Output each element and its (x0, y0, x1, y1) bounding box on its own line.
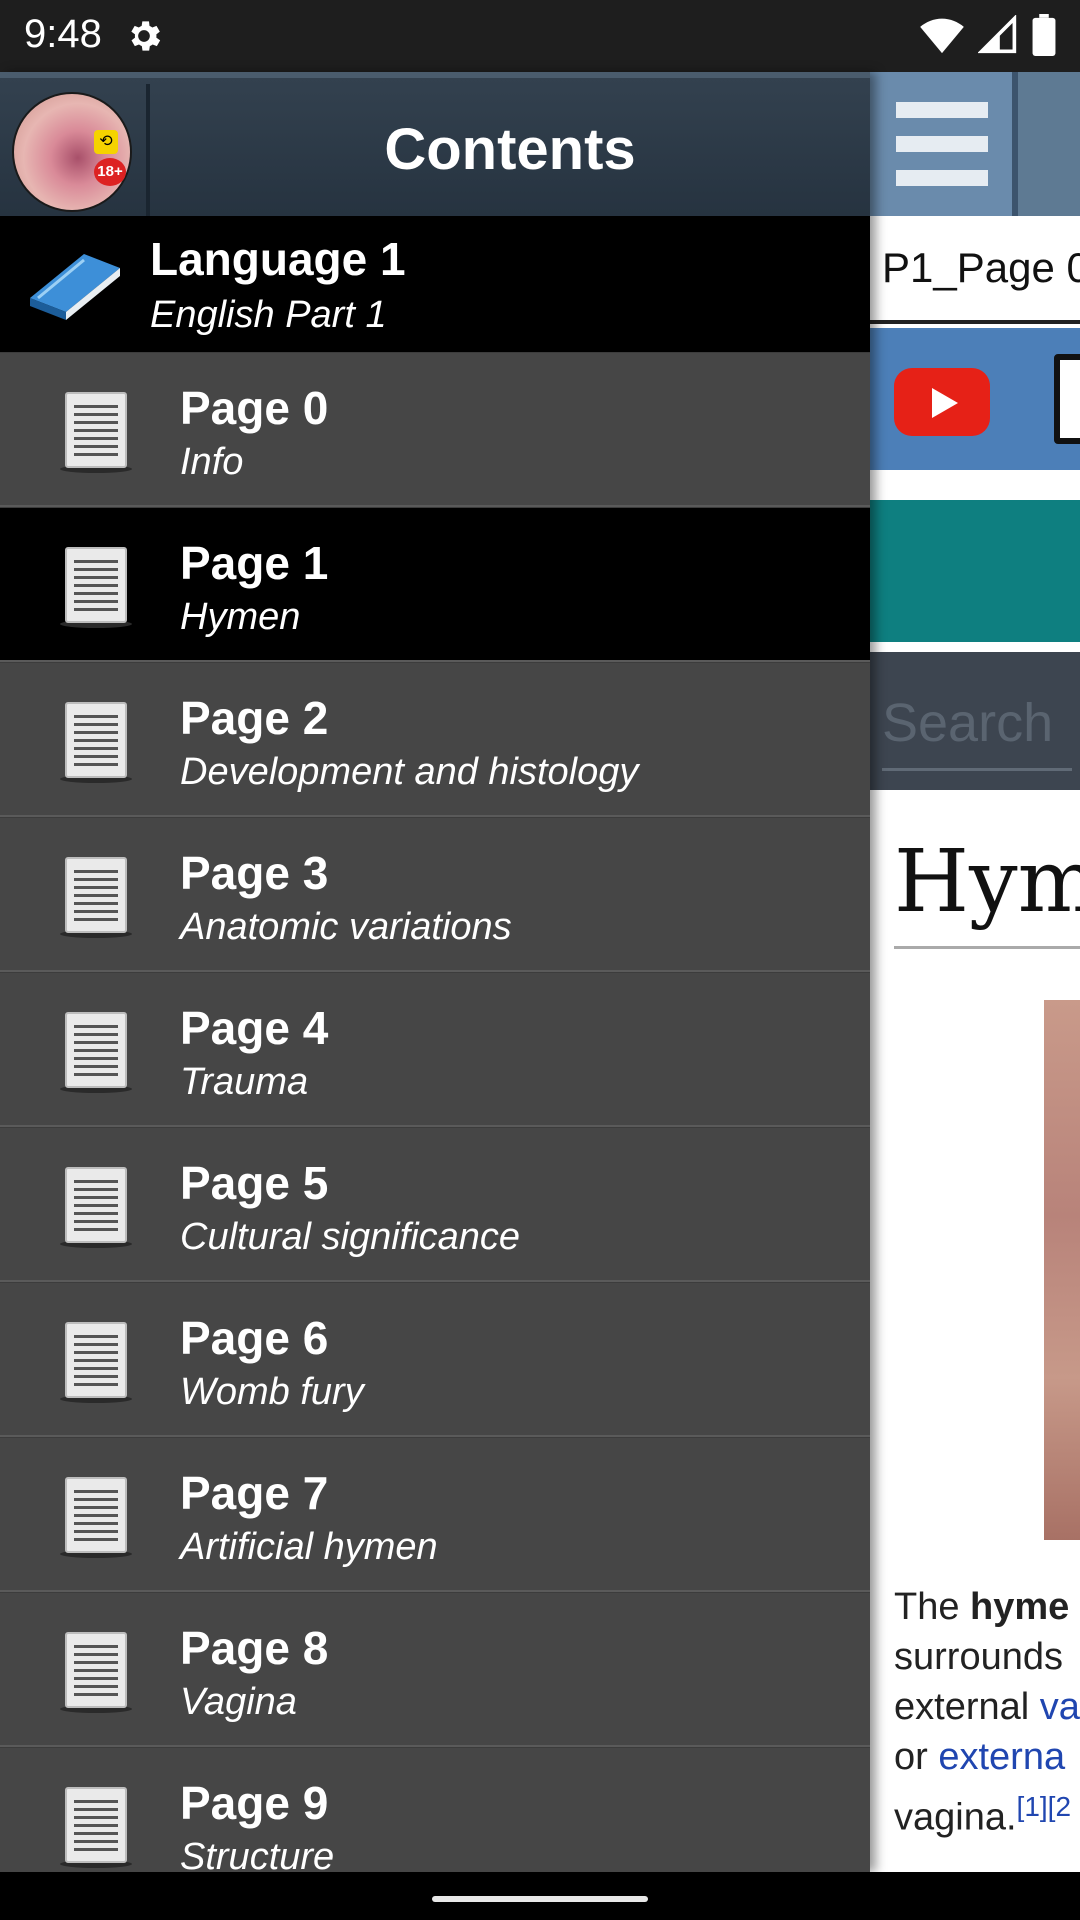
article-link[interactable]: externa (938, 1736, 1065, 1778)
drawer-item-subtitle: Hymen (180, 596, 301, 638)
language-subtitle: English Part 1 (150, 294, 387, 336)
heading-underline (894, 946, 1080, 949)
drawer-item-title: Page 8 (180, 1622, 329, 1674)
drawer-item-title: Page 1 (180, 537, 329, 589)
drawer-item-page-0[interactable]: Page 0 Info (0, 352, 870, 507)
background-page: P1_Page 0 Search Hym The hyme surrounds ex… (870, 72, 1080, 1872)
search-bar: Search (870, 652, 1080, 790)
drawer-item-page-6[interactable]: Page 6 Womb fury (0, 1282, 870, 1437)
drawer-item-subtitle: Structure (180, 1836, 335, 1872)
gear-icon (124, 16, 164, 61)
article-link[interactable]: va (1040, 1686, 1080, 1728)
drawer-item-page-1[interactable]: Page 1 Hymen (0, 507, 870, 662)
article-text-line: surrounds (894, 1632, 1080, 1682)
document-icon (56, 1474, 136, 1560)
article-text-line: or externa (894, 1732, 1080, 1782)
article-link[interactable]: [1][2 (1017, 1791, 1071, 1822)
age-18-badge-icon: 18+ (94, 158, 126, 186)
document-icon (56, 1784, 136, 1870)
drawer-item-title: Page 4 (180, 1002, 329, 1054)
article-text-span: external (894, 1686, 1040, 1728)
article-text-span: surrounds (894, 1636, 1063, 1678)
home-gesture-handle[interactable] (432, 1896, 648, 1902)
battery-icon (1032, 14, 1056, 61)
book-icon (26, 246, 122, 327)
drawer-item-title: Page 7 (180, 1467, 329, 1519)
drawer-item-subtitle: Anatomic variations (180, 906, 512, 948)
article-text-line: The hyme (894, 1582, 1080, 1632)
drawer-item-title: Page 3 (180, 847, 329, 899)
document-icon (56, 699, 136, 785)
article-text: The hyme surrounds external va or externa va… (894, 1582, 1080, 1843)
search-underline (882, 768, 1072, 771)
article-text-line: vagina.[1][2 (894, 1782, 1080, 1843)
document-icon (56, 854, 136, 940)
page-list: Page 0 Info Page 1 Hymen Page 2 Development a… (0, 352, 870, 1872)
history-icon: ⟲ (94, 130, 118, 154)
drawer-item-page-2[interactable]: Page 2 Development and histology (0, 662, 870, 817)
wifi-icon (920, 15, 964, 60)
document-icon (56, 1164, 136, 1250)
document-icon (56, 544, 136, 630)
drawer-title: Contents (384, 117, 636, 182)
article-text-span: The (894, 1586, 971, 1628)
drawer-item-page-9[interactable]: Page 9 Structure (0, 1747, 870, 1872)
drawer-item-title: Page 6 (180, 1312, 329, 1364)
drawer-item-subtitle: Vagina (180, 1681, 297, 1723)
article-text-span: hyme (970, 1586, 1070, 1628)
drawer-item-title: Page 5 (180, 1157, 329, 1209)
article-heading: Hym (894, 832, 1080, 932)
signal-icon (977, 14, 1018, 60)
drawer-item-title: Page 0 (180, 382, 329, 434)
teal-banner (870, 500, 1080, 642)
document-icon (56, 1319, 136, 1405)
status-bar: 9:48 (0, 0, 1080, 72)
document-icon (56, 1629, 136, 1715)
drawer-item-page-3[interactable]: Page 3 Anatomic variations (0, 817, 870, 972)
document-icon[interactable] (1054, 354, 1080, 444)
drawer-item-page-8[interactable]: Page 8 Vagina (0, 1592, 870, 1747)
article-image (1044, 1000, 1080, 1540)
drawer-item-subtitle: Trauma (180, 1061, 309, 1103)
hamburger-menu-icon[interactable] (870, 72, 1018, 216)
page-label: P1_Page 0 (882, 244, 1080, 291)
avatar[interactable]: ⟲ 18+ (12, 92, 132, 212)
drawer-item-title: Page 2 (180, 692, 329, 744)
drawer-item-page-5[interactable]: Page 5 Cultural significance (0, 1127, 870, 1282)
navigation-bar (0, 1872, 1080, 1920)
language-row[interactable]: Language 1 English Part 1 (0, 216, 870, 352)
media-bar (870, 328, 1080, 470)
drawer-item-subtitle: Womb fury (180, 1371, 364, 1413)
drawer-item-subtitle: Cultural significance (180, 1216, 521, 1258)
article-text-line: external va (894, 1682, 1080, 1732)
youtube-icon[interactable] (894, 368, 990, 436)
drawer-item-page-4[interactable]: Page 4 Trauma (0, 972, 870, 1127)
drawer-item-page-7[interactable]: Page 7 Artificial hymen (0, 1437, 870, 1592)
drawer-item-subtitle: Info (180, 441, 244, 483)
navigation-drawer: ⟲ 18+ Contents Language 1 English Part 1… (0, 72, 870, 1872)
divider (870, 320, 1080, 324)
drawer-header: ⟲ 18+ Contents (0, 72, 870, 216)
page-toolbar (870, 72, 1080, 216)
status-time: 9:48 (24, 12, 102, 56)
article-text-span: or (894, 1736, 939, 1778)
search-input[interactable]: Search (882, 692, 1053, 754)
drawer-item-subtitle: Artificial hymen (180, 1526, 438, 1568)
language-title: Language 1 (150, 233, 406, 285)
drawer-item-title: Page 9 (180, 1777, 329, 1829)
article-text-span: vagina. (894, 1796, 1017, 1839)
document-icon (56, 1009, 136, 1095)
drawer-item-subtitle: Development and histology (180, 751, 639, 793)
document-icon (56, 389, 136, 475)
